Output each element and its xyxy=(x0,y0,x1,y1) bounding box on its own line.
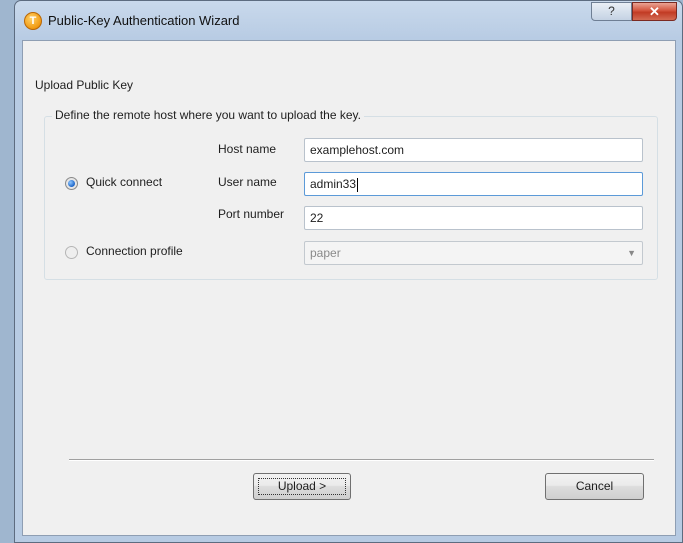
close-button[interactable]: ✕ xyxy=(632,2,677,21)
wizard-content: Upload Public Key Define the remote host… xyxy=(22,40,676,536)
port-number-field[interactable]: 22 xyxy=(304,206,643,230)
help-button[interactable]: ? xyxy=(591,2,632,21)
user-name-field[interactable]: admin33 xyxy=(304,172,643,196)
text-caret xyxy=(357,177,359,192)
upload-button[interactable]: Upload > xyxy=(253,473,351,500)
chevron-down-icon: ▼ xyxy=(627,248,636,258)
user-name-value: admin33 xyxy=(310,177,357,191)
wizard-window: T Public-Key Authentication Wizard ? ✕ U… xyxy=(14,0,683,543)
page-title: Upload Public Key xyxy=(35,78,134,92)
group-legend: Define the remote host where you want to… xyxy=(52,108,364,122)
remote-host-group: Define the remote host where you want to… xyxy=(44,108,658,280)
upload-button-label: Upload > xyxy=(277,479,327,493)
host-name-label: Host name xyxy=(218,142,277,156)
title-bar[interactable]: T Public-Key Authentication Wizard ? ✕ xyxy=(15,1,682,41)
app-logo-icon: T xyxy=(24,12,42,30)
port-number-label: Port number xyxy=(218,207,285,221)
quick-connect-radio[interactable] xyxy=(65,177,78,190)
cancel-button[interactable]: Cancel xyxy=(545,473,644,500)
connection-profile-radio[interactable] xyxy=(65,246,78,259)
connection-profile-value: paper xyxy=(310,246,341,260)
host-name-field[interactable]: examplehost.com xyxy=(304,138,643,162)
connection-profile-select[interactable]: paper ▼ xyxy=(304,241,643,265)
user-name-label: User name xyxy=(218,175,277,189)
connection-profile-label[interactable]: Connection profile xyxy=(86,244,183,258)
button-separator xyxy=(69,459,654,461)
quick-connect-label[interactable]: Quick connect xyxy=(86,175,162,189)
window-title: Public-Key Authentication Wizard xyxy=(48,13,240,28)
